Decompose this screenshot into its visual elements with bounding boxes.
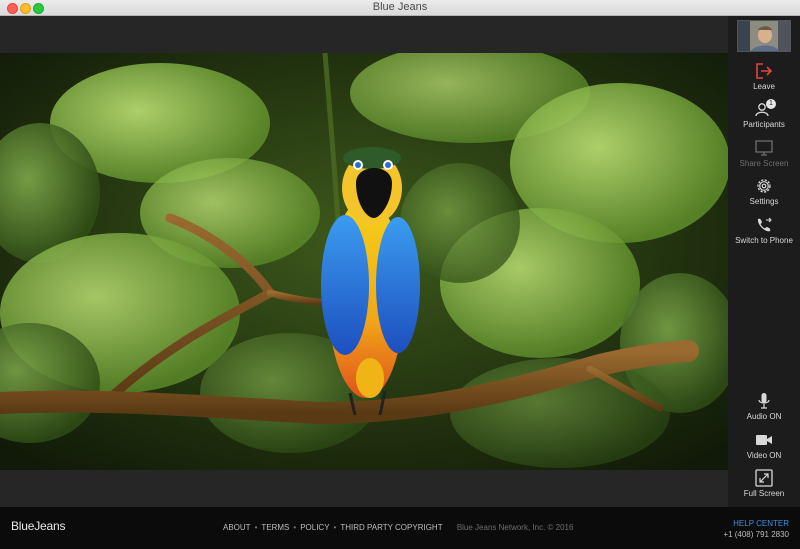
video-label: Video ON xyxy=(746,451,782,460)
full-screen-label: Full Screen xyxy=(743,489,785,498)
video-letterbox-bottom xyxy=(0,470,728,507)
footer-separator: • xyxy=(254,523,258,532)
footer-bar: BlueJeans ABOUT • TERMS • POLICY • THIRD PARTY… xyxy=(0,507,800,549)
window-titlebar: Blue Jeans xyxy=(0,0,800,16)
video-feed xyxy=(0,53,728,470)
video-frame-image xyxy=(0,53,728,470)
share-screen-button[interactable]: Share Screen xyxy=(728,139,800,168)
gear-icon xyxy=(757,179,771,193)
footer-link-third-party-copyright[interactable]: THIRD PARTY COPYRIGHT xyxy=(340,523,442,532)
switch-to-phone-label: Switch to Phone xyxy=(735,236,793,245)
footer-separator: • xyxy=(293,523,297,532)
help-center-link[interactable]: HELP CENTER xyxy=(723,518,789,529)
footer-link-about[interactable]: ABOUT xyxy=(223,523,251,532)
bluejeans-logo: BlueJeans xyxy=(11,519,66,533)
switch-to-phone-button[interactable]: Switch to Phone xyxy=(728,216,800,245)
monitor-icon xyxy=(755,140,773,156)
video-letterbox-top xyxy=(0,16,728,53)
settings-label: Settings xyxy=(749,197,779,206)
video-camera-icon xyxy=(756,435,772,445)
self-view-thumbnail[interactable] xyxy=(737,20,791,52)
phone-transfer-icon xyxy=(757,217,772,232)
footer-copyright: Blue Jeans Network, Inc. © 2016 xyxy=(456,523,574,532)
participants-label: Participants xyxy=(743,120,785,129)
leave-button[interactable]: Leave xyxy=(728,62,800,91)
expand-icon xyxy=(755,469,773,487)
participants-count-badge: 1 xyxy=(766,99,776,109)
video-toggle-button[interactable]: Video ON xyxy=(728,431,800,460)
share-screen-label: Share Screen xyxy=(739,159,789,168)
footer-link-terms[interactable]: TERMS xyxy=(261,523,289,532)
settings-button[interactable]: Settings xyxy=(728,177,800,206)
footer-link-policy[interactable]: POLICY xyxy=(300,523,329,532)
footer-links: ABOUT • TERMS • POLICY • THIRD PARTY COPYRIGHT… xyxy=(223,523,573,532)
window-title: Blue Jeans xyxy=(372,1,428,13)
audio-toggle-button[interactable]: Audio ON xyxy=(728,392,800,421)
full-screen-button[interactable]: Full Screen xyxy=(728,469,800,498)
participants-button[interactable]: 1 Participants xyxy=(728,99,800,129)
footer-separator: • xyxy=(333,523,337,532)
audio-label: Audio ON xyxy=(746,412,782,421)
help-section: HELP CENTER +1 (408) 791 2830 xyxy=(723,518,789,540)
self-view-image xyxy=(738,21,790,51)
microphone-icon xyxy=(758,393,770,409)
leave-icon xyxy=(756,63,773,79)
control-rail: Leave 1 Participants Share Screen Settin… xyxy=(728,16,800,507)
leave-label: Leave xyxy=(753,82,775,91)
support-phone-number: +1 (408) 791 2830 xyxy=(723,530,789,539)
